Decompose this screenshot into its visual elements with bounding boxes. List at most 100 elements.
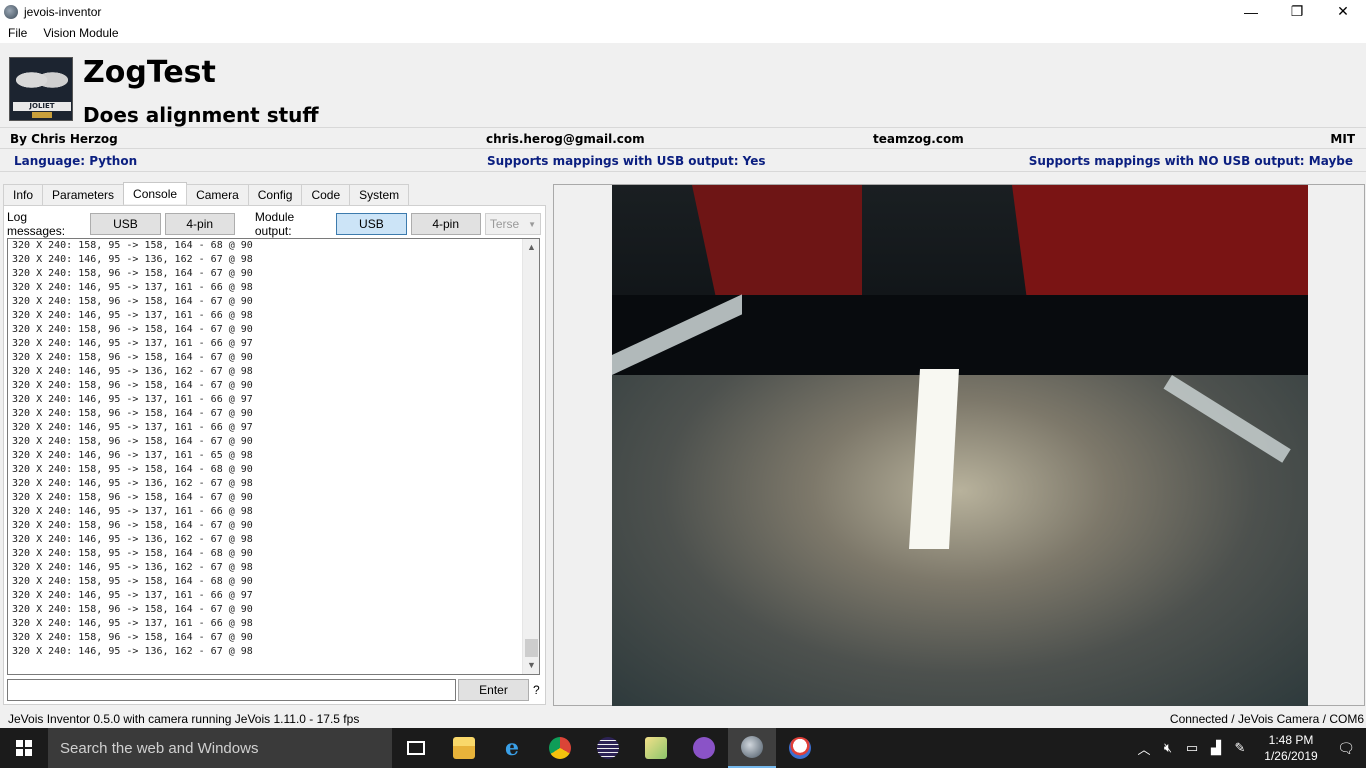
console-line: 320 X 240: 158, 96 -> 158, 164 - 67 @ 90 xyxy=(12,380,253,391)
console-line: 320 X 240: 146, 95 -> 137, 161 - 66 @ 97 xyxy=(12,590,253,601)
module-header: JOLIET CYBORGS ZogTest Does alignment st… xyxy=(0,43,1366,128)
console-panel: Log messages: USB 4-pin Module output: U… xyxy=(3,205,546,705)
console-line: 320 X 240: 146, 95 -> 136, 162 - 67 @ 98 xyxy=(12,534,253,545)
paint-icon[interactable] xyxy=(776,728,824,768)
team-logo: JOLIET CYBORGS xyxy=(9,57,73,121)
console-scrollbar[interactable]: ▲ ▼ xyxy=(522,239,539,674)
title-bar: jevois-inventor — ❐ ✕ xyxy=(0,0,1366,23)
status-right: Connected / JeVois Camera / COM6 xyxy=(1169,712,1364,726)
close-button[interactable]: ✕ xyxy=(1320,0,1366,23)
console-line: 320 X 240: 146, 95 -> 137, 161 - 66 @ 98 xyxy=(12,618,253,629)
minimize-button[interactable]: — xyxy=(1228,0,1274,23)
module-email[interactable]: chris.herog@gmail.com xyxy=(486,132,645,146)
window-title: jevois-inventor xyxy=(24,4,102,19)
enter-button[interactable]: Enter xyxy=(458,679,529,701)
console-line: 320 X 240: 158, 96 -> 158, 164 - 67 @ 90 xyxy=(12,520,253,531)
module-output-label: Module output: xyxy=(254,210,295,238)
volume-muted-icon[interactable]: 🔇︎ xyxy=(1156,740,1180,756)
console-line: 320 X 240: 158, 96 -> 158, 164 - 67 @ 90 xyxy=(12,604,253,615)
chrome-icon[interactable] xyxy=(536,728,584,768)
console-line: 320 X 240: 146, 95 -> 136, 162 - 67 @ 98 xyxy=(12,646,253,657)
module-website[interactable]: teamzog.com xyxy=(873,132,964,146)
video-red-bumper-right xyxy=(1012,185,1308,300)
tab-camera[interactable]: Camera xyxy=(186,184,249,205)
console-line: 320 X 240: 146, 95 -> 137, 161 - 66 @ 98 xyxy=(12,310,253,321)
file-explorer-icon[interactable] xyxy=(440,728,488,768)
output-usb-button[interactable]: USB xyxy=(336,213,407,235)
taskbar-apps: e xyxy=(392,728,824,768)
console-line: 320 X 240: 146, 95 -> 137, 161 - 66 @ 98 xyxy=(12,506,253,517)
console-line: 320 X 240: 146, 95 -> 136, 162 - 67 @ 98 xyxy=(12,478,253,489)
command-input[interactable] xyxy=(7,679,456,701)
module-license: MIT xyxy=(1330,132,1355,146)
video-red-bumper-left xyxy=(692,185,862,305)
console-output[interactable]: 320 X 240: 158, 95 -> 158, 164 - 68 @ 90… xyxy=(7,238,540,675)
menu-file[interactable]: File xyxy=(0,26,35,40)
battery-icon[interactable]: ▭ xyxy=(1180,740,1204,756)
module-language: Language: Python xyxy=(14,154,138,168)
notification-icon[interactable]: 🗨︎ xyxy=(1326,740,1366,757)
tab-config[interactable]: Config xyxy=(247,184,303,205)
console-line: 320 X 240: 158, 95 -> 158, 164 - 68 @ 90 xyxy=(12,240,253,251)
tab-console[interactable]: Console xyxy=(123,182,188,204)
restore-button[interactable]: ❐ xyxy=(1274,0,1320,23)
console-line: 320 X 240: 158, 96 -> 158, 164 - 67 @ 90 xyxy=(12,296,253,307)
window-controls: — ❐ ✕ xyxy=(1228,0,1366,23)
verbosity-select[interactable]: Terse ▼ xyxy=(484,213,541,235)
network-icon[interactable]: ▟ xyxy=(1204,740,1228,756)
status-bar: JeVois Inventor 0.5.0 with camera runnin… xyxy=(0,709,1366,728)
video-panel xyxy=(553,184,1365,706)
jevois-app-icon xyxy=(4,4,18,19)
chevron-up-icon[interactable]: ︿ xyxy=(1132,739,1156,758)
console-line: 320 X 240: 158, 95 -> 158, 164 - 68 @ 90 xyxy=(12,576,253,587)
console-line: 320 X 240: 158, 96 -> 158, 164 - 67 @ 90 xyxy=(12,352,253,363)
eclipse-icon[interactable] xyxy=(584,728,632,768)
console-line: 320 X 240: 146, 95 -> 137, 161 - 66 @ 97 xyxy=(12,422,253,433)
tab-parameters[interactable]: Parameters xyxy=(42,184,125,205)
tab-system[interactable]: System xyxy=(349,184,410,205)
help-link[interactable]: ? xyxy=(533,683,540,697)
menu-vision-module[interactable]: Vision Module xyxy=(35,26,126,40)
console-line: 320 X 240: 158, 96 -> 158, 164 - 67 @ 90 xyxy=(12,268,253,279)
taskbar-clock[interactable]: 1:48 PM 1/26/2019 xyxy=(1256,732,1326,764)
edge-icon[interactable]: e xyxy=(488,728,536,768)
tab-code[interactable]: Code xyxy=(301,184,351,205)
logo-text: JOLIET CYBORGS xyxy=(13,102,71,119)
module-description: Does alignment stuff xyxy=(83,103,319,127)
log-4pin-button[interactable]: 4-pin xyxy=(164,213,235,235)
output-4pin-button[interactable]: 4-pin xyxy=(410,213,481,235)
console-line: 320 X 240: 146, 95 -> 136, 162 - 67 @ 98 xyxy=(12,366,253,377)
module-author-row: By Chris Herzog chris.herog@gmail.com te… xyxy=(0,127,1366,149)
system-tray: ︿ 🔇︎ ▭ ▟ ✎ 1:48 PM 1/26/2019 🗨︎ xyxy=(1132,728,1366,768)
taskbar-search[interactable]: Search the web and Windows xyxy=(48,728,392,768)
console-line: 320 X 240: 158, 95 -> 158, 164 - 68 @ 90 xyxy=(12,548,253,559)
logo-figures xyxy=(16,62,68,98)
module-author: By Chris Herzog xyxy=(10,132,118,146)
video-carpet xyxy=(612,375,1308,706)
tab-info[interactable]: Info xyxy=(3,184,44,205)
windows-taskbar: Search the web and Windows e ︿ 🔇︎ ▭ ▟ ✎ … xyxy=(0,728,1366,768)
log-usb-button[interactable]: USB xyxy=(90,213,161,235)
github-desktop-icon[interactable] xyxy=(680,728,728,768)
verbosity-value: Terse xyxy=(489,217,520,231)
console-controls: Log messages: USB 4-pin Module output: U… xyxy=(7,210,545,238)
console-line: 320 X 240: 158, 96 -> 158, 164 - 67 @ 90 xyxy=(12,408,253,419)
scrollbar-thumb[interactable] xyxy=(525,639,538,657)
taskbar-search-placeholder: Search the web and Windows xyxy=(60,739,259,757)
task-view-icon[interactable] xyxy=(392,728,440,768)
start-button[interactable] xyxy=(0,728,48,768)
console-line: 320 X 240: 158, 95 -> 158, 164 - 68 @ 90 xyxy=(12,464,253,475)
scroll-down-icon[interactable]: ▼ xyxy=(523,657,539,674)
console-line: 320 X 240: 146, 95 -> 137, 161 - 66 @ 98 xyxy=(12,282,253,293)
console-lines: 320 X 240: 158, 95 -> 158, 164 - 68 @ 90… xyxy=(12,239,253,659)
clock-time: 1:48 PM xyxy=(1268,733,1314,747)
chevron-down-icon: ▼ xyxy=(528,219,536,229)
scroll-up-icon[interactable]: ▲ xyxy=(523,239,539,256)
menu-bar: File Vision Module xyxy=(0,23,1366,43)
folder-app-icon[interactable] xyxy=(632,728,680,768)
status-left: JeVois Inventor 0.5.0 with camera runnin… xyxy=(8,712,360,726)
jevois-inventor-icon[interactable] xyxy=(728,728,776,768)
console-line: 320 X 240: 146, 95 -> 136, 162 - 67 @ 98 xyxy=(12,562,253,573)
clock-date: 1/26/2019 xyxy=(1264,749,1318,763)
pen-icon[interactable]: ✎ xyxy=(1228,740,1252,756)
